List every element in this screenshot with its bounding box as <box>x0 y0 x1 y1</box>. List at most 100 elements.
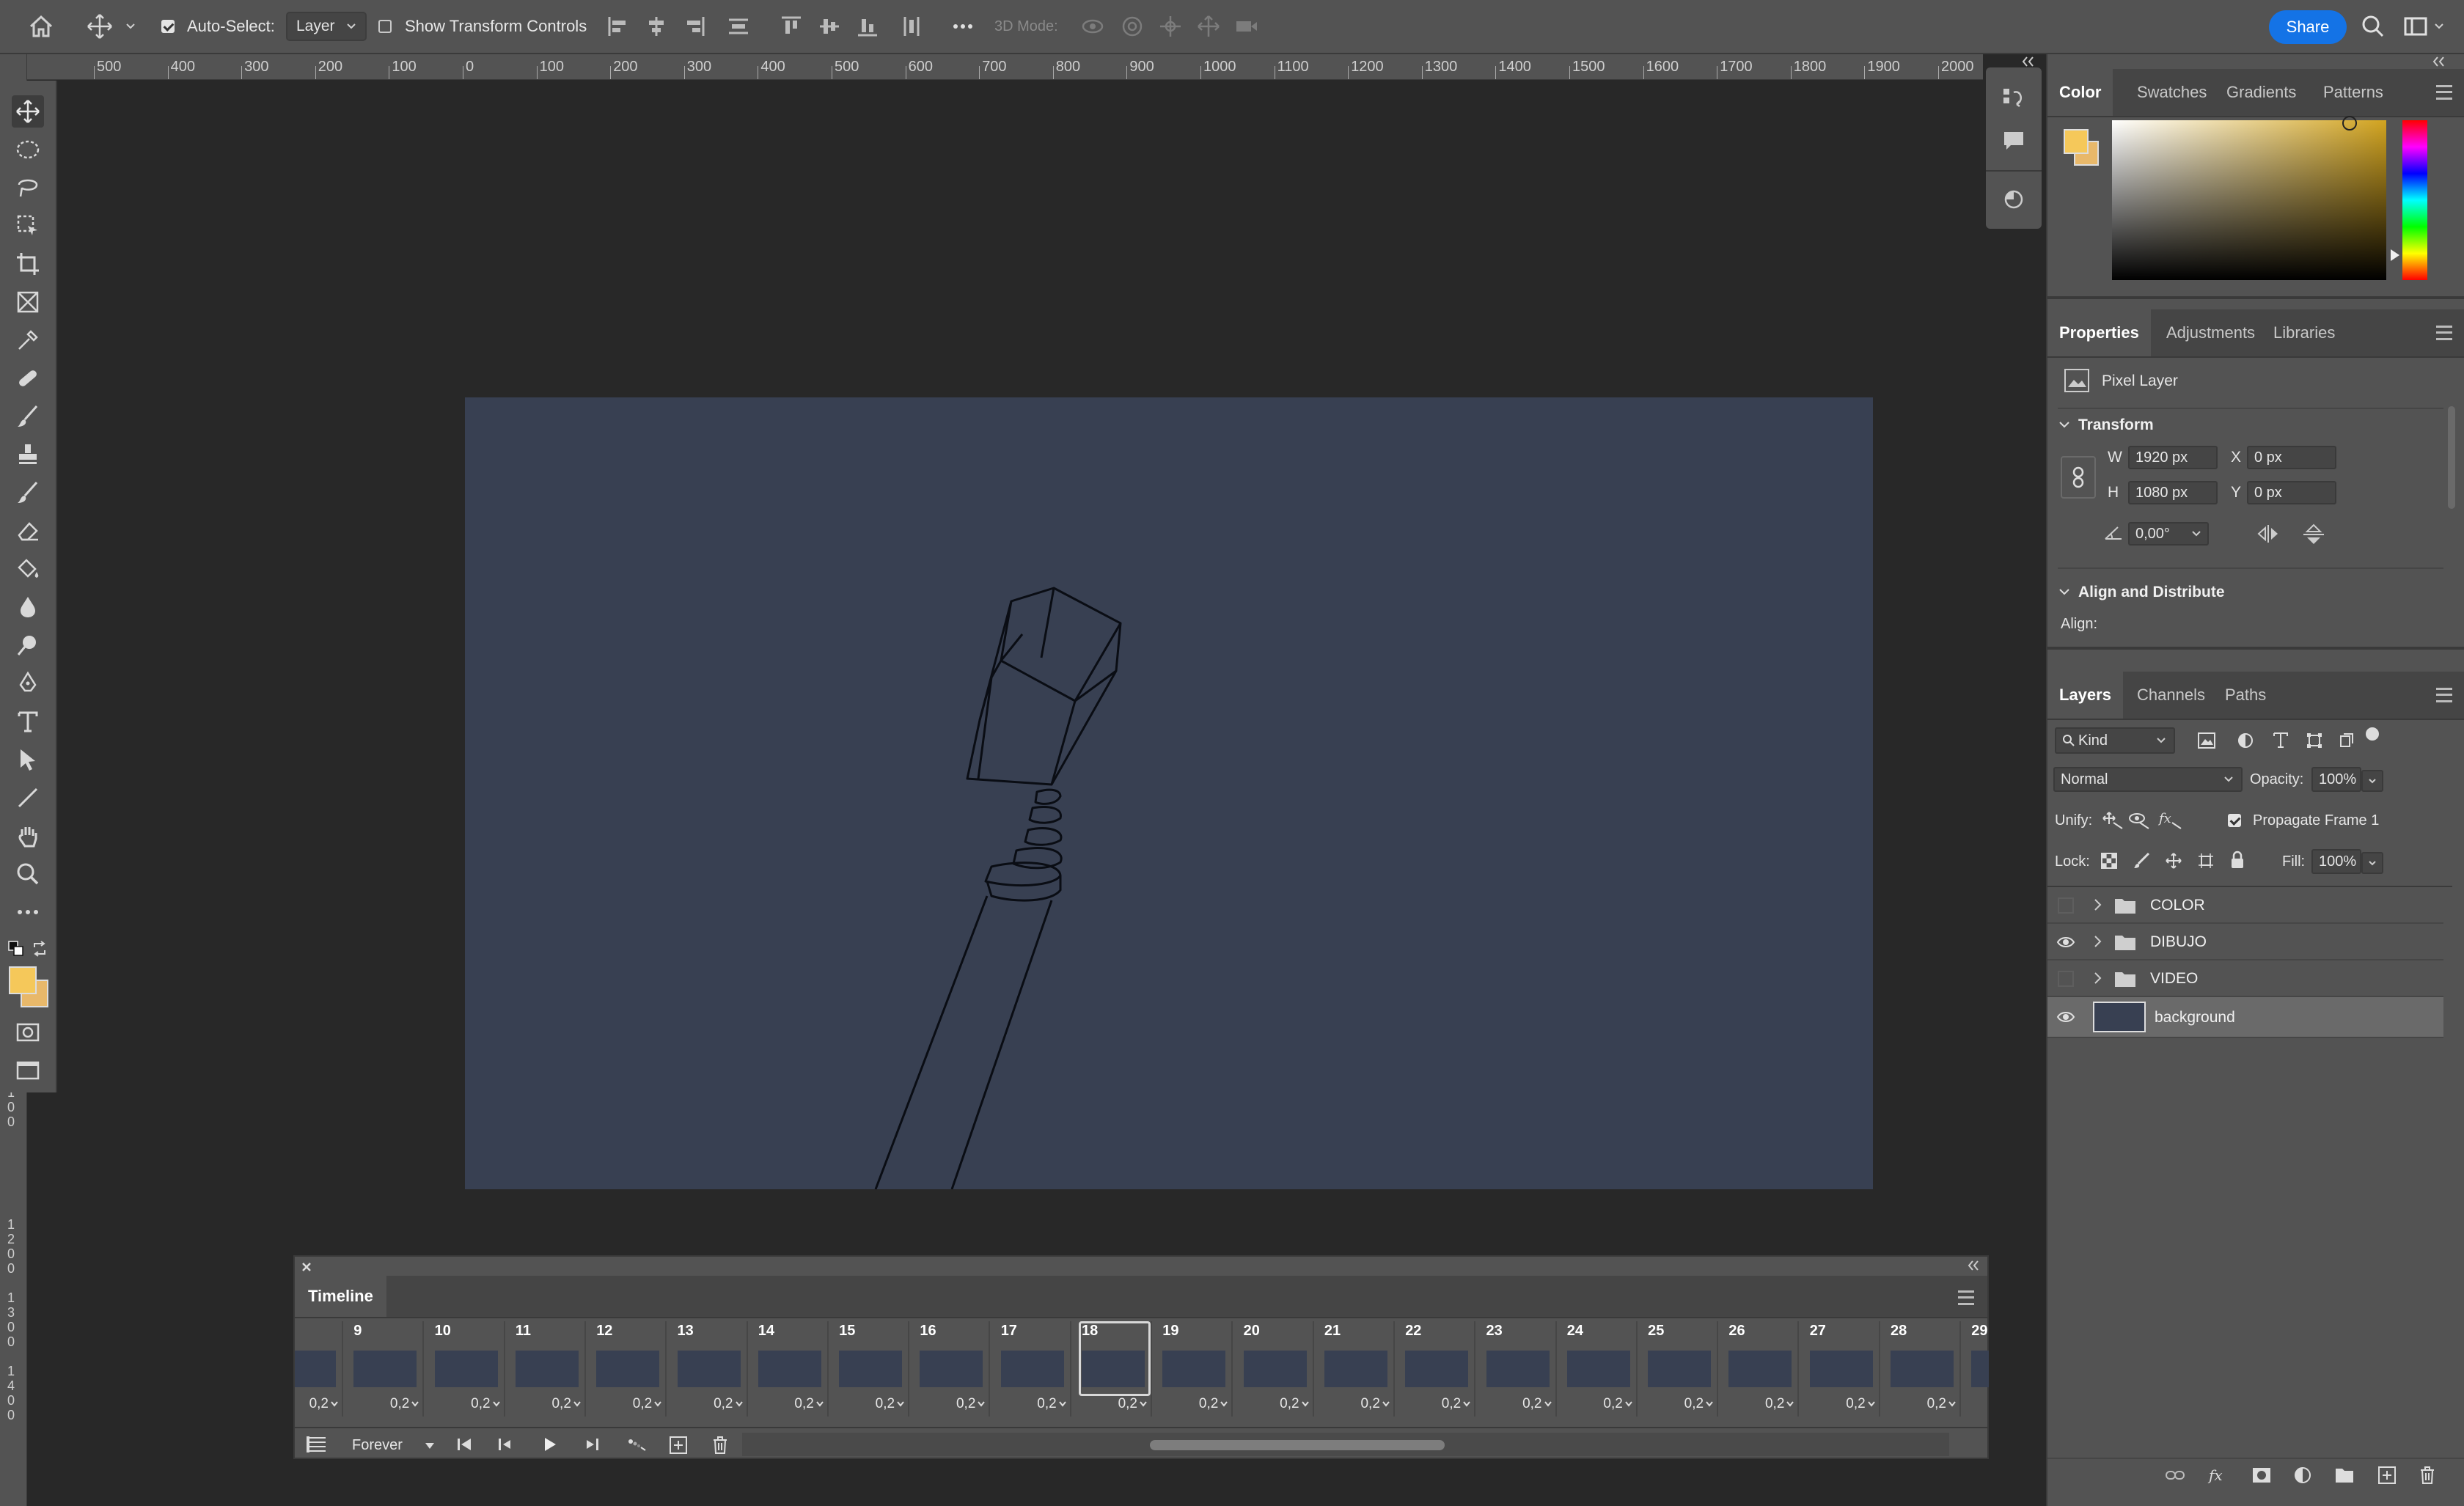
tween-icon[interactable] <box>626 1436 647 1453</box>
tab-properties[interactable]: Properties <box>2047 309 2151 356</box>
frame-delay-dropdown[interactable]: 0,2 <box>714 1396 743 1412</box>
panel-menu-icon[interactable] <box>2436 85 2452 100</box>
frame-delay-dropdown[interactable]: 0,2 <box>1280 1396 1309 1412</box>
layer-row-video[interactable]: VIDEO <box>2047 960 2443 997</box>
timeline-frame[interactable]: 20 0,2 <box>1238 1321 1314 1419</box>
delete-frame-icon[interactable] <box>711 1436 729 1455</box>
lock-transparent-icon[interactable] <box>2100 852 2118 870</box>
height-field[interactable]: 1080 px <box>2128 481 2218 504</box>
timeline-frame[interactable]: 14 0,2 <box>752 1321 829 1419</box>
chevron-down-icon[interactable] <box>424 1441 436 1450</box>
line-tool-icon[interactable] <box>12 782 44 814</box>
distribute-vertical-icon[interactable] <box>899 0 924 53</box>
timeline-frame[interactable]: 19 0,2 <box>1156 1321 1233 1419</box>
chevron-right-icon[interactable] <box>2091 934 2103 949</box>
color-picker-field[interactable] <box>2112 116 2386 280</box>
chevron-down-icon[interactable] <box>2433 0 2445 53</box>
history-panel-icon[interactable] <box>2001 85 2027 111</box>
history-brush-icon[interactable] <box>12 477 44 509</box>
crop-tool-icon[interactable] <box>12 248 44 280</box>
frame-delay-dropdown[interactable]: 0,2 <box>956 1396 986 1412</box>
quick-mask-icon[interactable] <box>12 1016 44 1048</box>
width-field[interactable]: 1920 px <box>2128 446 2218 469</box>
timeline-frame[interactable]: 10 0,2 <box>429 1321 505 1419</box>
properties-scrollbar[interactable] <box>2448 406 2455 509</box>
layer-row-color[interactable]: COLOR <box>2047 887 2443 924</box>
duplicate-frame-icon[interactable] <box>669 1436 688 1455</box>
default-colors-icon[interactable] <box>7 940 25 958</box>
timeline-frame[interactable]: 21 0,2 <box>1319 1321 1395 1419</box>
chevron-down-icon[interactable] <box>2058 418 2071 431</box>
visibility-toggle-empty[interactable] <box>2058 897 2074 914</box>
blur-tool-icon[interactable] <box>12 591 44 623</box>
home-icon[interactable] <box>26 0 56 53</box>
tab-patterns[interactable]: Patterns <box>2313 69 2394 116</box>
auto-select-dropdown[interactable]: Layer <box>286 0 367 53</box>
align-top-icon[interactable] <box>779 0 804 53</box>
loop-value[interactable]: Forever <box>352 1437 403 1454</box>
color-panel-foreground-swatch[interactable] <box>2064 129 2089 154</box>
tab-gradients[interactable]: Gradients <box>2216 69 2306 116</box>
align-left-icon[interactable] <box>606 0 631 53</box>
lock-pixels-icon[interactable] <box>2133 852 2150 870</box>
opacity-field[interactable]: 100% <box>2311 767 2361 792</box>
swap-colors-icon[interactable] <box>31 940 48 958</box>
frame-delay-dropdown[interactable]: 0,2 <box>1199 1396 1228 1412</box>
foreground-color-swatch[interactable] <box>9 966 37 994</box>
timeline-frame[interactable]: 9 0,2 <box>348 1321 425 1419</box>
comments-panel-icon[interactable] <box>2001 128 2027 154</box>
timeline-frame[interactable]: 17 0,2 <box>995 1321 1071 1419</box>
frame-delay-dropdown[interactable]: 0,2 <box>633 1396 662 1412</box>
tab-color[interactable]: Color <box>2047 69 2113 116</box>
timeline-frame[interactable]: 22 0,2 <box>1399 1321 1476 1419</box>
link-layers-icon[interactable] <box>2165 1468 2185 1483</box>
zoom-tool-icon[interactable] <box>12 858 44 890</box>
show-transform-checkbox[interactable] <box>378 0 392 53</box>
document-canvas[interactable] <box>465 397 1873 1189</box>
x-field[interactable]: 0 px <box>2247 446 2336 469</box>
propagate-frame-checkbox[interactable] <box>2228 814 2241 827</box>
object-selection-icon[interactable] <box>12 210 44 242</box>
chevron-down-icon[interactable] <box>125 0 136 53</box>
tab-paths[interactable]: Paths <box>2215 672 2276 719</box>
chevron-right-icon[interactable] <box>2091 971 2103 985</box>
paint-bucket-icon[interactable] <box>12 553 44 585</box>
share-button[interactable]: Share <box>2269 10 2347 44</box>
layer-row-dibujo[interactable]: DIBUJO <box>2047 924 2443 960</box>
new-layer-icon[interactable] <box>2377 1466 2397 1485</box>
timeline-scroll-track[interactable] <box>742 1433 1949 1456</box>
y-field[interactable]: 0 px <box>2247 481 2336 504</box>
type-tool-icon[interactable] <box>12 705 44 738</box>
lock-artboard-icon[interactable] <box>2197 852 2215 870</box>
align-bottom-icon[interactable] <box>855 0 880 53</box>
filter-smart-object-icon[interactable] <box>2338 732 2355 749</box>
add-mask-icon[interactable] <box>2252 1467 2271 1483</box>
frame-delay-dropdown[interactable]: 0,2 <box>1603 1396 1632 1412</box>
timeline-frame[interactable]: 16 0,2 <box>914 1321 991 1419</box>
unify-visibility-icon[interactable] <box>2128 809 2150 830</box>
color-picker-handle[interactable] <box>2342 116 2357 131</box>
align-right-icon[interactable] <box>682 0 707 53</box>
timeline-frame[interactable]: 15 0,2 <box>833 1321 910 1419</box>
dodge-tool-icon[interactable] <box>12 629 44 661</box>
more-options-icon[interactable] <box>950 0 975 53</box>
unify-style-icon[interactable]: fx <box>2157 809 2184 830</box>
frame-delay-dropdown[interactable]: 0,2 <box>1037 1396 1066 1412</box>
more-tools-icon[interactable] <box>12 896 44 928</box>
frame-delay-dropdown[interactable]: 0,2 <box>794 1396 824 1412</box>
workspace-icon[interactable] <box>2402 0 2429 53</box>
timeline-frame[interactable]: 24 0,2 <box>1561 1321 1638 1419</box>
distribute-icon[interactable] <box>726 0 751 53</box>
layer-style-icon[interactable]: fx <box>2207 1466 2229 1485</box>
timeline-scrollbar-thumb[interactable] <box>1150 1440 1445 1450</box>
frame-delay-dropdown[interactable]: 0,2 <box>1360 1396 1390 1412</box>
hand-tool-icon[interactable] <box>12 820 44 852</box>
filter-adjustment-icon[interactable] <box>2237 732 2254 749</box>
chevron-right-icon[interactable] <box>2091 897 2103 912</box>
tab-layers[interactable]: Layers <box>2047 672 2123 719</box>
panel-menu-icon[interactable] <box>2436 326 2452 340</box>
eye-icon[interactable] <box>2056 934 2075 950</box>
previous-frame-icon[interactable] <box>496 1436 515 1453</box>
visibility-toggle-empty[interactable] <box>2058 971 2074 987</box>
eye-icon[interactable] <box>2056 1009 2075 1025</box>
